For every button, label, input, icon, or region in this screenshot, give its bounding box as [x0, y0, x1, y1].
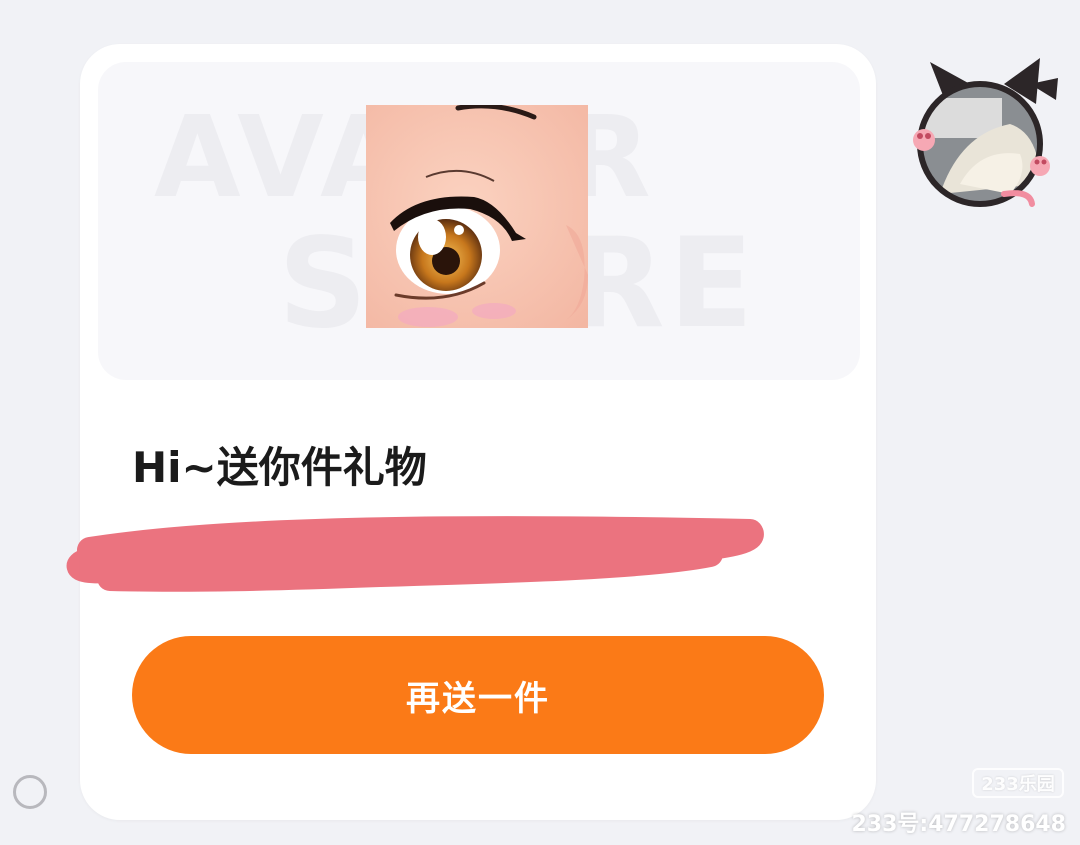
avatar[interactable]	[900, 44, 1062, 214]
anime-eye-illustration-icon	[366, 105, 588, 328]
redaction-scribble-icon	[66, 516, 764, 592]
watermark-text: 233号:477278648	[851, 812, 1067, 837]
gift-banner: AVATAR STORE	[98, 62, 860, 380]
cat-ear-avatar-icon	[913, 58, 1058, 207]
gift-title: Hi~送你件礼物	[132, 443, 427, 492]
gift-message-card[interactable]: AVATAR STORE	[66, 44, 876, 820]
resend-gift-button[interactable]: 再送一件	[132, 636, 824, 754]
watermark-logo: 233乐园	[972, 768, 1064, 798]
radio-circle-icon[interactable]	[13, 775, 47, 809]
gift-item-image	[366, 105, 588, 328]
